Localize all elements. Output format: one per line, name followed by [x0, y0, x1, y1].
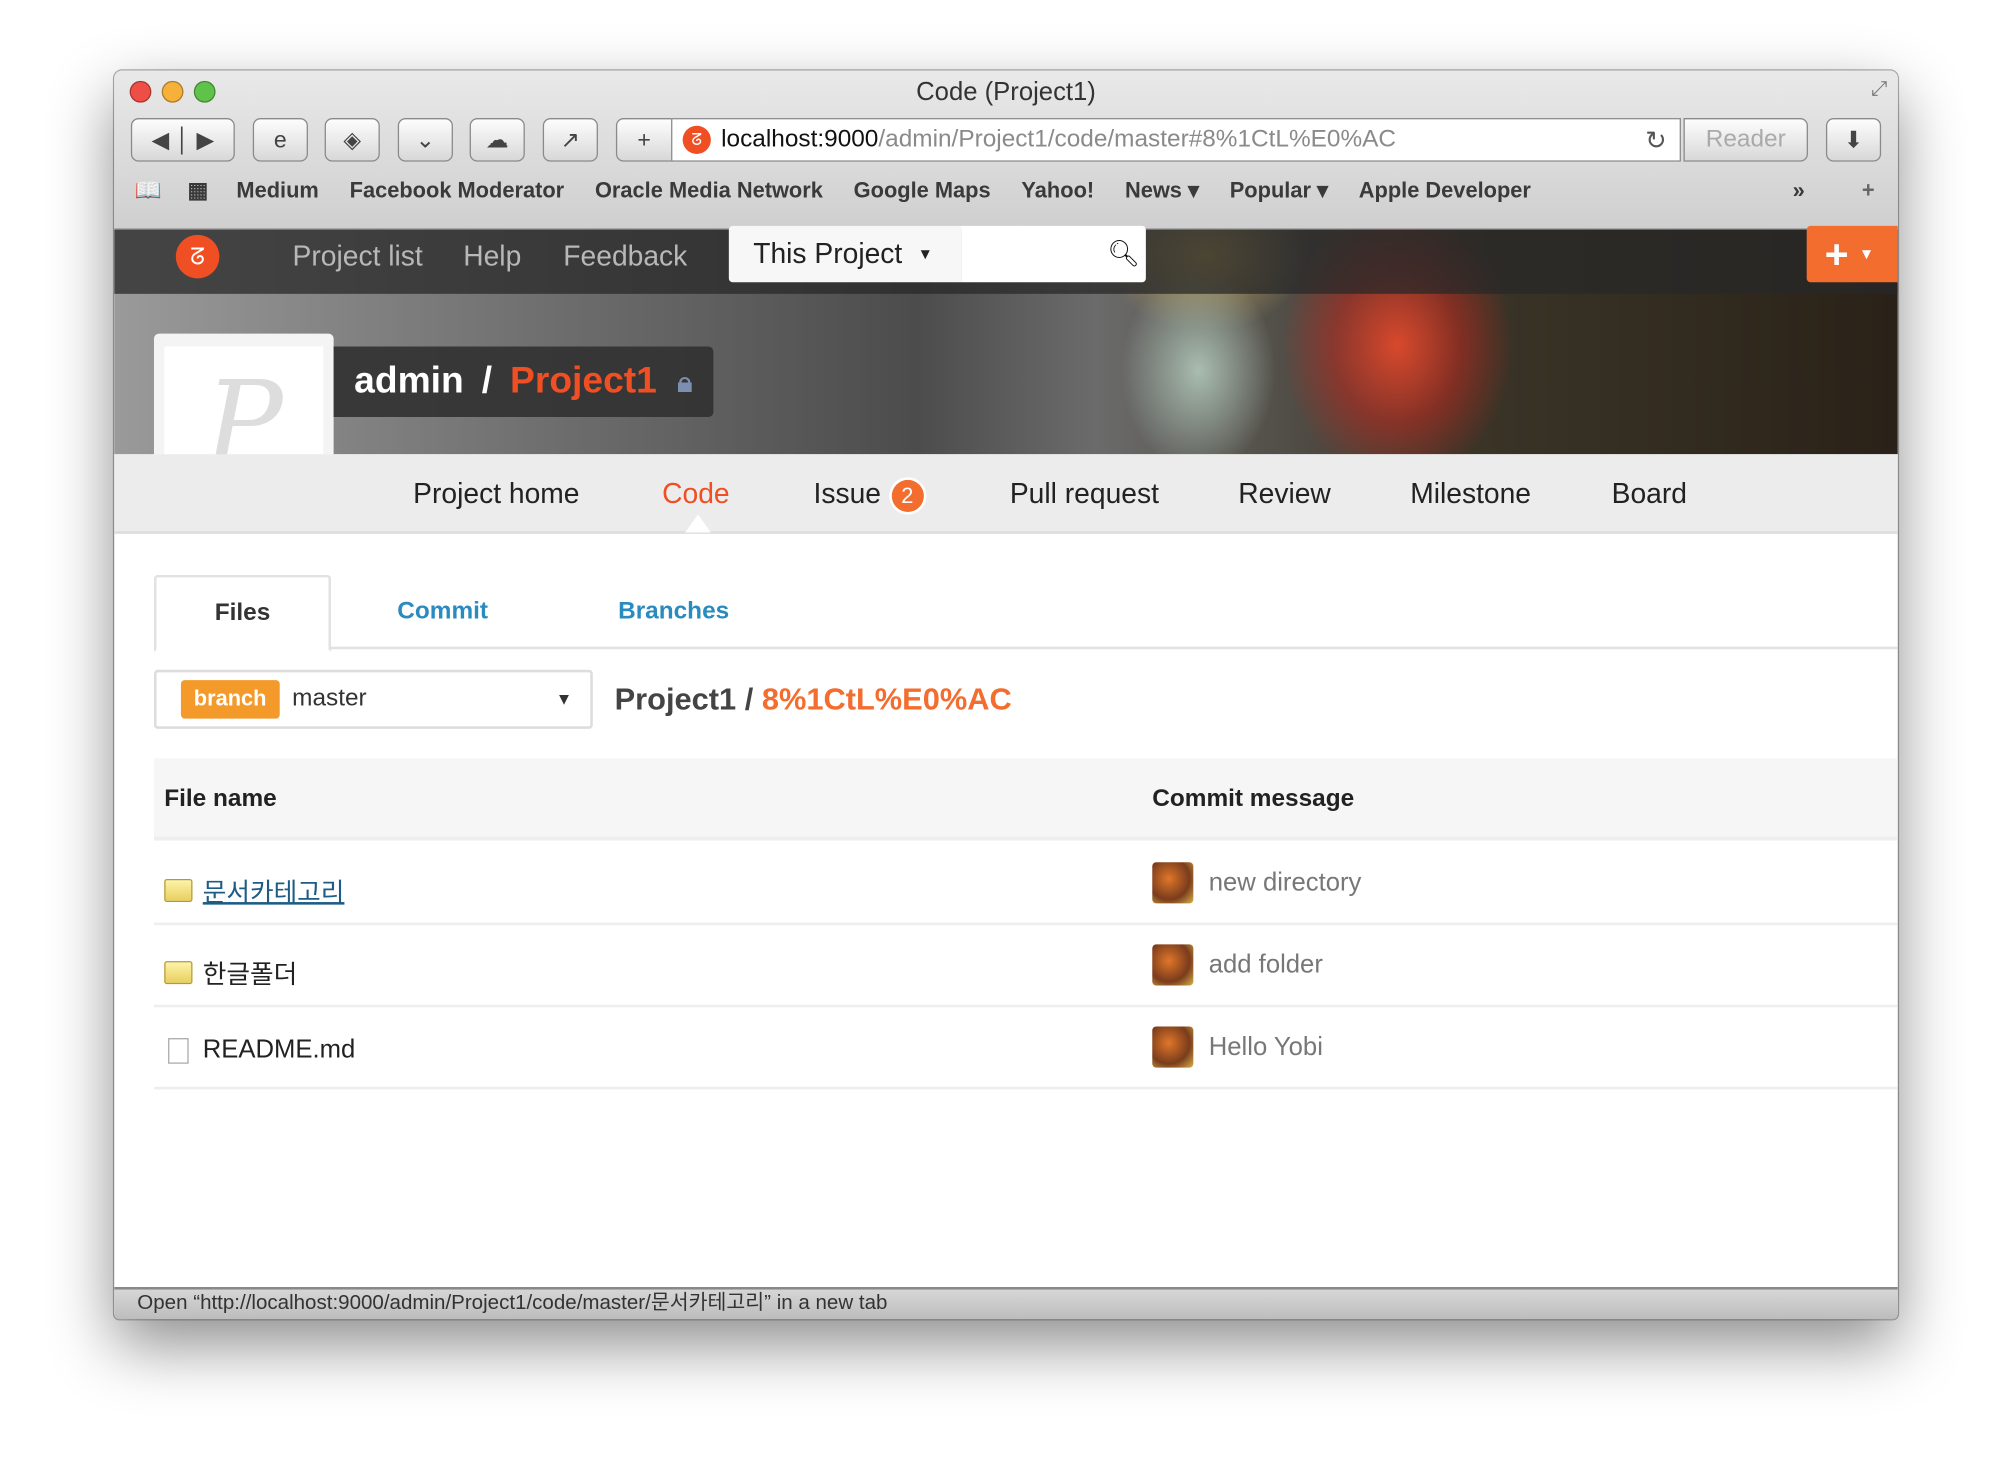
share-icon[interactable]: ↗	[542, 118, 598, 162]
chevron-down-icon: ▼	[555, 689, 573, 709]
bookmarks-bar: 📖 ▦ Medium Facebook Moderator Oracle Med…	[114, 171, 1898, 212]
project-nav: Project home Code Issue 2 Pull request Re…	[114, 454, 1898, 534]
back-forward-button[interactable]: ◀ │ ▶	[130, 118, 235, 162]
bookmark[interactable]: Popular ▾	[1230, 178, 1328, 204]
avatar	[1152, 862, 1194, 904]
folder-icon	[164, 878, 193, 902]
reader-button[interactable]: Reader	[1683, 118, 1808, 162]
commit-message[interactable]: Hello Yobi	[1209, 1032, 1323, 1062]
commit-message[interactable]: add folder	[1209, 950, 1323, 980]
site-favicon-icon: ᘔ	[682, 125, 711, 154]
url-host: localhost:9000	[721, 125, 879, 153]
bookmarks-book-icon[interactable]: 📖	[135, 178, 162, 204]
cloud-icon[interactable]: ☁	[469, 118, 525, 162]
tab-branches[interactable]: Branches	[603, 575, 744, 649]
chevron-down-icon: ▼	[917, 245, 933, 264]
status-bar: Open “http://localhost:9000/admin/Projec…	[114, 1287, 1898, 1320]
active-tab-caret	[685, 514, 711, 533]
nav-feedback[interactable]: Feedback	[563, 240, 687, 273]
breadcrumb-path: 8%1CtL%E0%AC	[761, 682, 1012, 718]
separator: /	[481, 360, 493, 402]
more-bookmarks-icon[interactable]: »	[1793, 178, 1805, 204]
project-owner-link[interactable]: admin	[354, 361, 464, 403]
header-commit-message: Commit message	[1152, 785, 1355, 813]
create-new-button[interactable]: + ▼	[1806, 225, 1898, 283]
branch-select[interactable]: branch master ▼	[153, 669, 593, 729]
yobi-logo-icon[interactable]: ᘔ	[175, 234, 220, 279]
tab-pull-request[interactable]: Pull request	[1010, 477, 1159, 510]
code-subtabs: Files Commit Branches	[153, 574, 1898, 652]
extension-icon[interactable]: ◈	[324, 118, 380, 162]
tab-review[interactable]: Review	[1238, 477, 1331, 510]
breadcrumb: Project1 / 8%1CtL%E0%AC	[615, 683, 1012, 719]
top-sites-grid-icon[interactable]: ▦	[188, 178, 209, 204]
commit-message[interactable]: new directory	[1209, 868, 1362, 898]
tab-issue[interactable]: Issue 2	[814, 477, 924, 512]
file-icon	[168, 1037, 189, 1064]
avatar	[1152, 944, 1194, 986]
project-name-link[interactable]: Project1	[510, 361, 657, 403]
reload-icon[interactable]: ↻	[1645, 124, 1667, 156]
file-link[interactable]: 한글폴더	[203, 953, 297, 990]
search-icon[interactable]: 🔍︎	[1107, 237, 1140, 269]
avatar	[1152, 1026, 1194, 1068]
browser-chrome: Code (Project1) ⤢ ◀ │ ▶ e ◈ ⌄ ☁ ↗ + ᘔ lo…	[114, 70, 1898, 230]
tab-code[interactable]: Code	[662, 477, 729, 510]
header-file-name: File name	[164, 785, 277, 813]
folder-icon	[164, 960, 193, 984]
bookmark[interactable]: Apple Developer	[1359, 178, 1531, 204]
tab-files[interactable]: Files	[153, 574, 332, 652]
new-tab-button[interactable]: +	[1862, 178, 1875, 204]
bookmark[interactable]: Google Maps	[854, 178, 991, 204]
tab-issue-label: Issue	[813, 477, 882, 510]
lock-icon: 🔒︎	[677, 365, 693, 398]
breadcrumb-project[interactable]: Project1 /	[615, 683, 754, 718]
table-row: 문서카테고리 new directory	[153, 843, 1898, 926]
project-title: admin / Project1 🔒︎	[333, 346, 713, 418]
download-icon[interactable]: ⬇	[1825, 118, 1882, 162]
tab-project-home[interactable]: Project home	[413, 477, 579, 510]
table-header: File name Commit message	[153, 758, 1898, 841]
branch-value: master	[292, 685, 367, 713]
bookmark[interactable]: Facebook Moderator	[350, 178, 565, 204]
table-row: README.md Hello Yobi	[153, 1007, 1898, 1090]
table-row: 한글폴더 add folder	[153, 925, 1898, 1008]
search-scope-dropdown[interactable]: This Project ▼	[728, 225, 962, 283]
file-link[interactable]: 문서카테고리	[203, 871, 345, 908]
add-bookmark-button[interactable]: +	[615, 118, 673, 162]
bookmark[interactable]: Oracle Media Network	[595, 178, 823, 204]
file-link[interactable]: README.md	[203, 1036, 356, 1066]
tab-milestone[interactable]: Milestone	[1410, 477, 1531, 510]
tab-board[interactable]: Board	[1612, 477, 1687, 510]
nav-project-list[interactable]: Project list	[293, 240, 423, 273]
bookmark[interactable]: Yahoo!	[1021, 178, 1094, 204]
bookmark[interactable]: News ▾	[1125, 178, 1199, 204]
url-path: /admin/Project1/code/master#8%1CtL%E0%AC	[878, 125, 1397, 153]
address-bar[interactable]: ᘔ localhost:9000/admin/Project1/code/mas…	[671, 118, 1681, 162]
ie-icon[interactable]: e	[252, 118, 308, 162]
pocket-icon[interactable]: ⌄	[397, 118, 453, 162]
branch-label: branch	[180, 680, 280, 719]
fullscreen-icon[interactable]: ⤢	[1871, 78, 1887, 101]
bookmark[interactable]: Medium	[236, 178, 318, 204]
nav-help[interactable]: Help	[463, 240, 521, 273]
tab-commit[interactable]: Commit	[372, 575, 513, 649]
scope-label: This Project	[753, 237, 903, 270]
window-title: Code (Project1)	[916, 78, 1096, 107]
browser-window: Code (Project1) ⤢ ◀ │ ▶ e ◈ ⌄ ☁ ↗ + ᘔ lo…	[114, 70, 1898, 1320]
issue-count-badge: 2	[891, 479, 924, 512]
